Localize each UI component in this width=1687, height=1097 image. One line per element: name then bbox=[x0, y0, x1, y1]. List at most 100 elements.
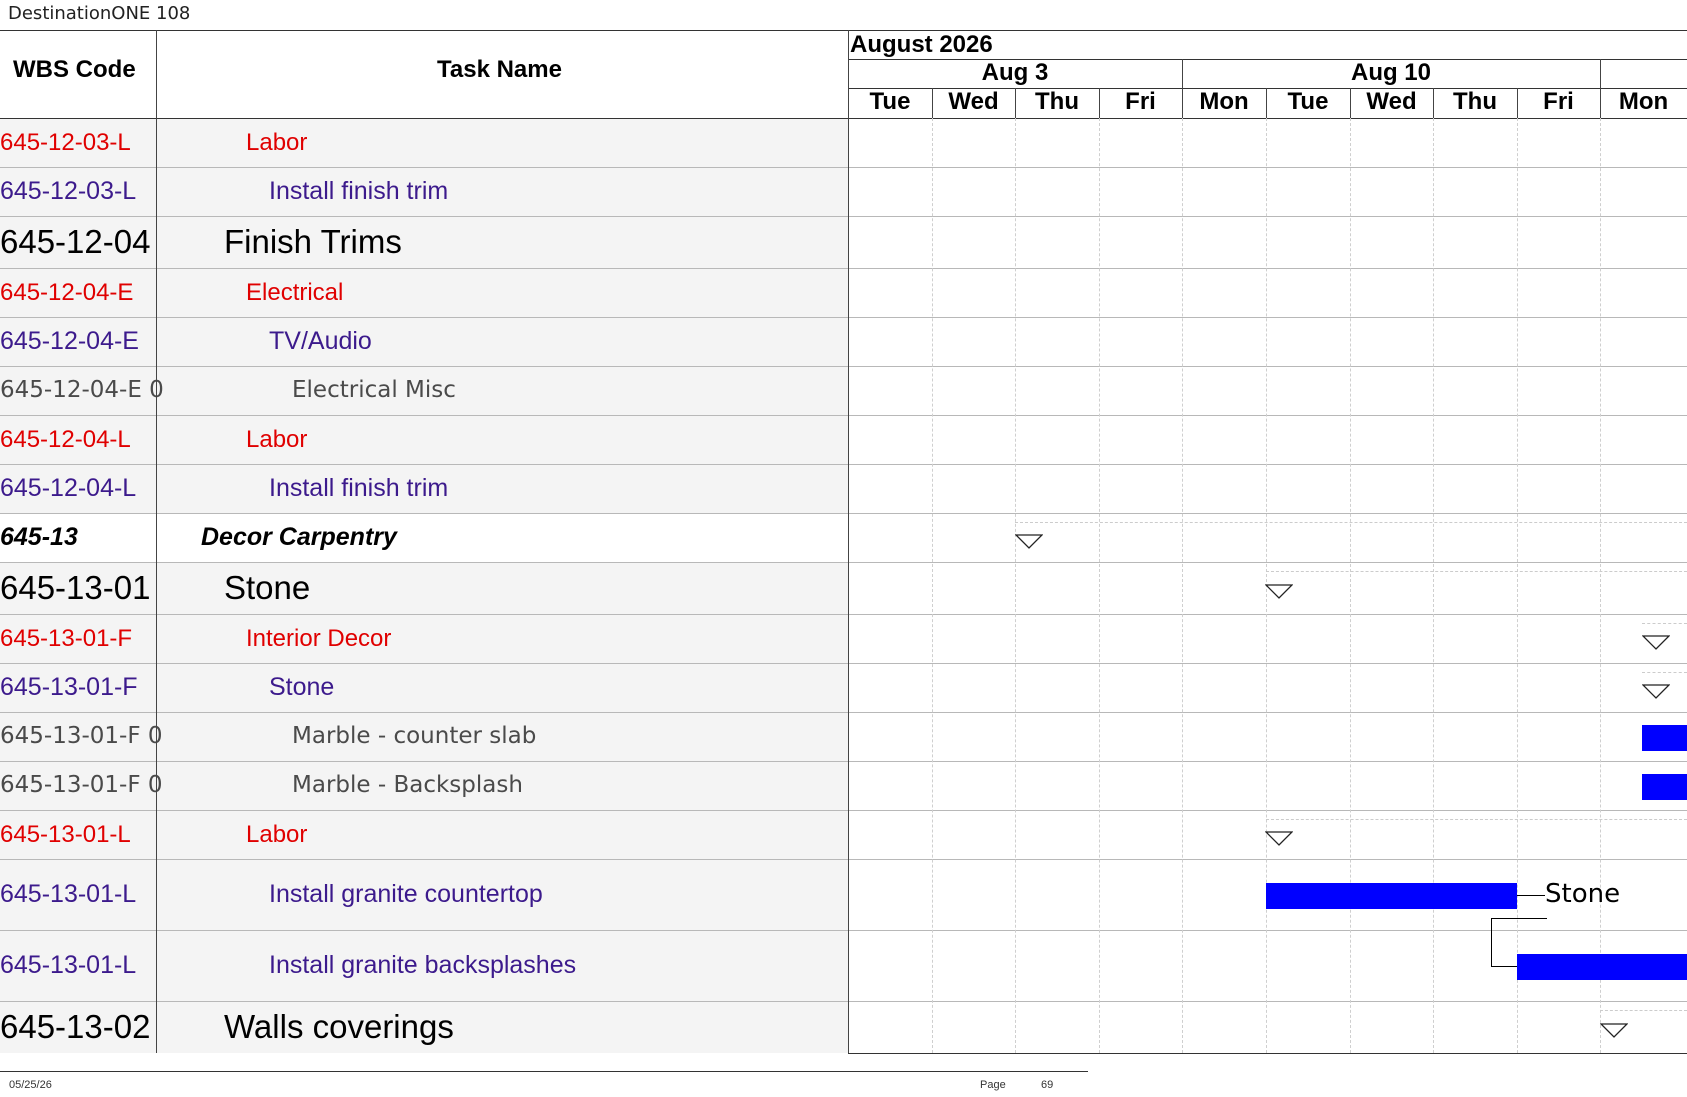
task-name: Decor Carpentry bbox=[201, 523, 397, 551]
day-gridline bbox=[932, 118, 933, 1053]
day-gridline bbox=[1600, 118, 1601, 1053]
footer-page-number: 69 bbox=[1041, 1079, 1054, 1091]
task-name: Electrical Misc bbox=[292, 377, 456, 403]
day-separator bbox=[1182, 88, 1183, 118]
document-title: DestinationONE 108 bbox=[8, 3, 191, 24]
dependency-link bbox=[1491, 965, 1517, 967]
summary-start-icon[interactable] bbox=[1265, 584, 1293, 600]
wbs-code: 645-13-01-L bbox=[0, 951, 137, 979]
month-header: August 2026 bbox=[850, 31, 993, 58]
task-name: Walls coverings bbox=[224, 1008, 454, 1045]
day-header: Mon bbox=[1199, 88, 1249, 115]
task-name: Stone bbox=[224, 569, 311, 606]
day-header: Mon bbox=[1618, 88, 1669, 115]
task-name: Install finish trim bbox=[269, 474, 449, 502]
day-separator bbox=[1099, 88, 1100, 118]
summary-span-line bbox=[1600, 1010, 1687, 1011]
task-column-header[interactable]: Task Name bbox=[437, 56, 562, 84]
day-header: Thu bbox=[1453, 88, 1497, 115]
task-name: Install finish trim bbox=[269, 177, 449, 205]
day-gridline bbox=[1517, 118, 1518, 1053]
header-top-border bbox=[0, 30, 1687, 31]
summary-span-line bbox=[1266, 571, 1687, 572]
wbs-code: 645-12-04-L bbox=[0, 426, 131, 453]
month-divider bbox=[848, 59, 1687, 60]
day-separator bbox=[1433, 88, 1434, 118]
wbs-column-header[interactable]: WBS Code bbox=[13, 56, 136, 84]
day-gridline bbox=[1350, 118, 1351, 1053]
wbs-code: 645-13-01-L bbox=[0, 880, 137, 908]
wbs-code: 645-13-01-F bbox=[0, 625, 133, 652]
wbs-code: 645-13 bbox=[0, 523, 78, 551]
day-header: Wed bbox=[948, 88, 999, 115]
wbs-code: 645-13-02 bbox=[0, 1008, 151, 1045]
task-name: Install granite countertop bbox=[269, 880, 543, 908]
summary-span-line bbox=[1642, 623, 1687, 624]
wbs-code: 645-12-03-L bbox=[0, 129, 131, 156]
task-bar[interactable] bbox=[1517, 953, 1687, 980]
day-gridline bbox=[1099, 118, 1100, 1053]
day-separator bbox=[1015, 88, 1016, 118]
summary-span-line bbox=[1015, 522, 1687, 523]
column-divider bbox=[156, 30, 157, 1053]
day-gridline bbox=[1182, 118, 1183, 1053]
task-bar[interactable] bbox=[1642, 773, 1687, 800]
day-separator bbox=[1600, 88, 1601, 118]
summary-start-icon[interactable] bbox=[1015, 533, 1043, 550]
task-name: Interior Decor bbox=[246, 625, 392, 652]
footer-date: 05/25/26 bbox=[9, 1079, 52, 1091]
footer-page-label: Page bbox=[980, 1079, 1006, 1091]
summary-start-icon[interactable] bbox=[1642, 683, 1670, 700]
task-name: Marble - Backsplash bbox=[292, 772, 523, 798]
wbs-code: 645-13-01-F bbox=[0, 673, 138, 701]
day-gridline bbox=[1433, 118, 1434, 1053]
summary-span-line bbox=[1266, 819, 1687, 820]
dependency-link bbox=[1491, 918, 1547, 919]
column-divider bbox=[848, 30, 849, 1053]
task-name: Finish Trims bbox=[224, 223, 402, 260]
gantt-table: WBS Code Task Name August 2026 Aug 3 Aug … bbox=[0, 30, 1687, 1059]
day-header: Fri bbox=[1125, 88, 1156, 115]
day-gridline bbox=[1015, 118, 1016, 1053]
task-name: Install granite backsplashes bbox=[269, 951, 577, 979]
wbs-code: 645-12-04-E 0 bbox=[0, 377, 164, 403]
wbs-code: 645-13-01-F 0 bbox=[0, 723, 163, 749]
week-header: Aug 3 bbox=[981, 59, 1049, 86]
wbs-code: 645-12-04-E bbox=[0, 279, 134, 306]
task-name: TV/Audio bbox=[269, 327, 372, 355]
wbs-code: 645-12-03-L bbox=[0, 177, 137, 205]
task-name: Labor bbox=[246, 129, 308, 156]
day-separator bbox=[1350, 88, 1351, 118]
task-name: Stone bbox=[269, 673, 335, 701]
task-bar[interactable] bbox=[1266, 882, 1517, 909]
task-name: Labor bbox=[246, 426, 308, 453]
wbs-code: 645-13-01 bbox=[0, 569, 151, 606]
day-separator bbox=[932, 88, 933, 118]
day-header: Tue bbox=[1287, 88, 1329, 115]
summary-start-icon[interactable] bbox=[1600, 1023, 1628, 1039]
week-divider bbox=[848, 88, 1687, 89]
summary-span-line bbox=[1642, 672, 1687, 673]
task-bar-label: Stone bbox=[1545, 878, 1621, 909]
summary-start-icon[interactable] bbox=[1265, 830, 1293, 847]
week-header: Aug 10 bbox=[1350, 59, 1431, 86]
dependency-link bbox=[1491, 918, 1492, 966]
footer-divider bbox=[0, 1071, 1088, 1072]
wbs-code: 645-13-01-F 0 bbox=[0, 772, 163, 798]
summary-start-icon[interactable] bbox=[1642, 634, 1670, 651]
wbs-code: 645-12-04-E bbox=[0, 327, 139, 355]
bar-label-leader bbox=[1517, 894, 1545, 896]
day-header: Thu bbox=[1035, 88, 1079, 115]
day-header: Wed bbox=[1366, 88, 1417, 115]
table-bottom-border bbox=[848, 1053, 1687, 1054]
task-name: Marble - counter slab bbox=[292, 723, 537, 749]
day-header: Tue bbox=[869, 88, 911, 115]
day-separator bbox=[1517, 88, 1518, 118]
task-name: Electrical bbox=[246, 279, 344, 306]
day-separator bbox=[1266, 88, 1267, 118]
task-name: Labor bbox=[246, 821, 308, 848]
wbs-code: 645-12-04-L bbox=[0, 474, 137, 502]
task-bar[interactable] bbox=[1642, 724, 1687, 751]
wbs-code: 645-12-04 bbox=[0, 223, 151, 260]
wbs-code: 645-13-01-L bbox=[0, 821, 131, 848]
